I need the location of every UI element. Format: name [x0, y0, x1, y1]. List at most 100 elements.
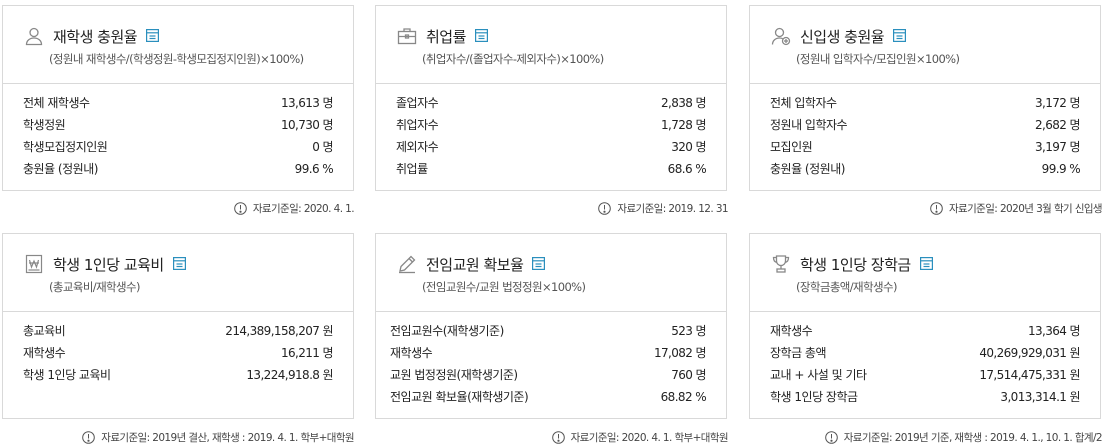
card-scholarship-per-student: 학생 1인당 장학금 (장학금총액/재학생수) 재학생수 13,364 명 장학금… — [749, 233, 1101, 419]
row-value: 1,728 명 — [660, 118, 707, 132]
divider — [3, 83, 353, 84]
table-row: 교원 법정정원(재학생기준) 760 명 — [390, 364, 707, 386]
detail-popup-icon[interactable] — [532, 257, 546, 271]
source-text: 자료기준일: 2020년 3월 학기 신입생 — [948, 203, 1103, 215]
card-formula: (정원내 재학생수/(학생정원-학생모집정지인원)×100%) — [49, 52, 304, 66]
row-label: 교내 + 사설 및 기타 — [770, 368, 867, 382]
row-value: 3,013,314.1 원 — [1000, 390, 1080, 404]
card-faculty-securing-rate: 전임교원 확보율 (전임교원수/교원 법정정원×100%) 전임교원수(재학생기… — [375, 233, 727, 419]
detail-popup-icon[interactable] — [172, 257, 187, 271]
source-text: 자료기준일: 2020. 4. 1. 학부+대학원 — [570, 432, 729, 444]
source-text: 자료기준일: 2019년 결산, 재학생 : 2019. 4. 1. 학부+대학… — [101, 432, 354, 444]
row-value: 2,838 명 — [660, 96, 707, 110]
source-text: 자료기준일: 2019년 기준, 재학생 : 2019. 4. 1., 10. … — [843, 432, 1103, 444]
table-row: 졸업자수 2,838 명 — [396, 92, 707, 114]
row-value: 523 명 — [671, 324, 706, 338]
won-icon — [23, 253, 45, 275]
pencil-icon — [396, 253, 418, 275]
divider — [376, 311, 726, 312]
row-label: 충원율 (정원내) — [23, 162, 98, 176]
table-row: 재학생수 17,082 명 — [390, 342, 707, 364]
row-value: 214,389,158,207 원 — [225, 324, 333, 338]
row-value: 760 명 — [671, 368, 706, 382]
row-label: 제외자수 — [396, 140, 439, 154]
table-row: 장학금 총액 40,269,929,031 원 — [770, 342, 1081, 364]
table-row: 충원율 (정원내) 99.6 % — [23, 158, 334, 180]
card-title: 학생 1인당 교육비 — [53, 255, 164, 274]
row-label: 취업자수 — [396, 118, 439, 132]
row-value: 17,514,475,331 원 — [979, 368, 1080, 382]
card-student-fill-rate: 재학생 충원율 (정원내 재학생수/(학생정원-학생모집정지인원)×100%) … — [2, 5, 354, 191]
info-icon — [824, 431, 838, 444]
row-value: 0 명 — [312, 140, 333, 154]
divider — [376, 83, 726, 84]
row-label: 전임교원 확보율(재학생기준) — [390, 390, 529, 404]
card-formula: (취업자수/(졸업자수-제외자수)×100%) — [422, 52, 604, 66]
row-label: 전임교원수(재학생기준) — [390, 324, 504, 338]
row-value: 40,269,929,031 원 — [979, 346, 1080, 360]
row-value: 13,364 명 — [1027, 324, 1081, 338]
card-title: 취업률 — [426, 27, 466, 46]
row-value: 13,613 명 — [280, 96, 334, 110]
row-value: 68.6 % — [667, 162, 707, 176]
row-value: 10,730 명 — [280, 118, 334, 132]
table-row: 학생 1인당 교육비 13,224,918.8 원 — [23, 364, 334, 386]
row-label: 교원 법정정원(재학생기준) — [390, 368, 518, 382]
row-label: 학생 1인당 교육비 — [23, 368, 111, 382]
row-value: 13,224,918.8 원 — [246, 368, 333, 382]
divider — [750, 83, 1100, 84]
card-formula: (총교육비/재학생수) — [49, 280, 140, 294]
source-note: 자료기준일: 2019년 결산, 재학생 : 2019. 4. 1. 학부+대학… — [82, 430, 355, 445]
detail-popup-icon[interactable] — [919, 257, 934, 271]
source-note: 자료기준일: 2019. 12. 31 — [598, 201, 729, 216]
card-title: 신입생 충원율 — [800, 27, 885, 46]
table-row: 전임교원수(재학생기준) 523 명 — [390, 320, 707, 342]
info-icon — [551, 431, 565, 444]
info-icon — [598, 202, 612, 215]
source-note: 자료기준일: 2019년 기준, 재학생 : 2019. 4. 1., 10. … — [824, 430, 1103, 445]
trophy-icon — [770, 253, 792, 275]
card-formula: (정원내 입학자수/모집인원×100%) — [796, 52, 960, 66]
row-value: 68.82 % — [660, 390, 707, 404]
table-row: 학생 1인당 장학금 3,013,314.1 원 — [770, 386, 1081, 408]
row-label: 재학생수 — [770, 324, 813, 338]
row-label: 모집인원 — [770, 140, 813, 154]
table-row: 취업자수 1,728 명 — [396, 114, 707, 136]
card-formula: (장학금총액/재학생수) — [796, 280, 897, 294]
row-value: 320 명 — [671, 140, 706, 154]
divider — [750, 311, 1100, 312]
card-freshman-fill-rate: 신입생 충원율 (정원내 입학자수/모집인원×100%) 전체 입학자수 3,17… — [749, 5, 1101, 191]
table-row: 학생정원 10,730 명 — [23, 114, 334, 136]
source-note: 자료기준일: 2020년 3월 학기 신입생 — [930, 201, 1103, 216]
row-label: 전체 입학자수 — [770, 96, 837, 110]
table-row: 정원내 입학자수 2,682 명 — [770, 114, 1081, 136]
row-label: 학생 1인당 장학금 — [770, 390, 858, 404]
table-row: 충원율 (정원내) 99.9 % — [770, 158, 1081, 180]
row-value: 99.6 % — [294, 162, 334, 176]
card-employment-rate: 취업률 (취업자수/(졸업자수-제외자수)×100%) 졸업자수 2,838 명 … — [375, 5, 727, 191]
table-row: 총교육비 214,389,158,207 원 — [23, 320, 334, 342]
table-row: 재학생수 13,364 명 — [770, 320, 1081, 342]
divider — [3, 311, 353, 312]
detail-popup-icon[interactable] — [146, 29, 160, 43]
row-value: 16,211 명 — [280, 346, 334, 360]
row-label: 취업률 — [396, 162, 428, 176]
source-note: 자료기준일: 2020. 4. 1. 학부+대학원 — [551, 430, 729, 445]
row-value: 2,682 명 — [1034, 118, 1081, 132]
row-label: 정원내 입학자수 — [770, 118, 848, 132]
detail-popup-icon[interactable] — [893, 29, 907, 43]
table-row: 전체 재학생수 13,613 명 — [23, 92, 334, 114]
card-formula: (전임교원수/교원 법정정원×100%) — [422, 280, 586, 294]
row-label: 총교육비 — [23, 324, 66, 338]
card-title: 전임교원 확보율 — [426, 255, 524, 274]
detail-popup-icon[interactable] — [474, 29, 489, 43]
table-row: 취업률 68.6 % — [396, 158, 707, 180]
source-text: 자료기준일: 2020. 4. 1. — [252, 203, 355, 215]
row-value: 17,082 명 — [653, 346, 707, 360]
briefcase-icon — [396, 25, 418, 47]
table-row: 전임교원 확보율(재학생기준) 68.82 % — [390, 386, 707, 408]
row-label: 전체 재학생수 — [23, 96, 90, 110]
table-row: 재학생수 16,211 명 — [23, 342, 334, 364]
user-add-icon — [770, 25, 792, 47]
row-value: 99.9 % — [1041, 162, 1081, 176]
